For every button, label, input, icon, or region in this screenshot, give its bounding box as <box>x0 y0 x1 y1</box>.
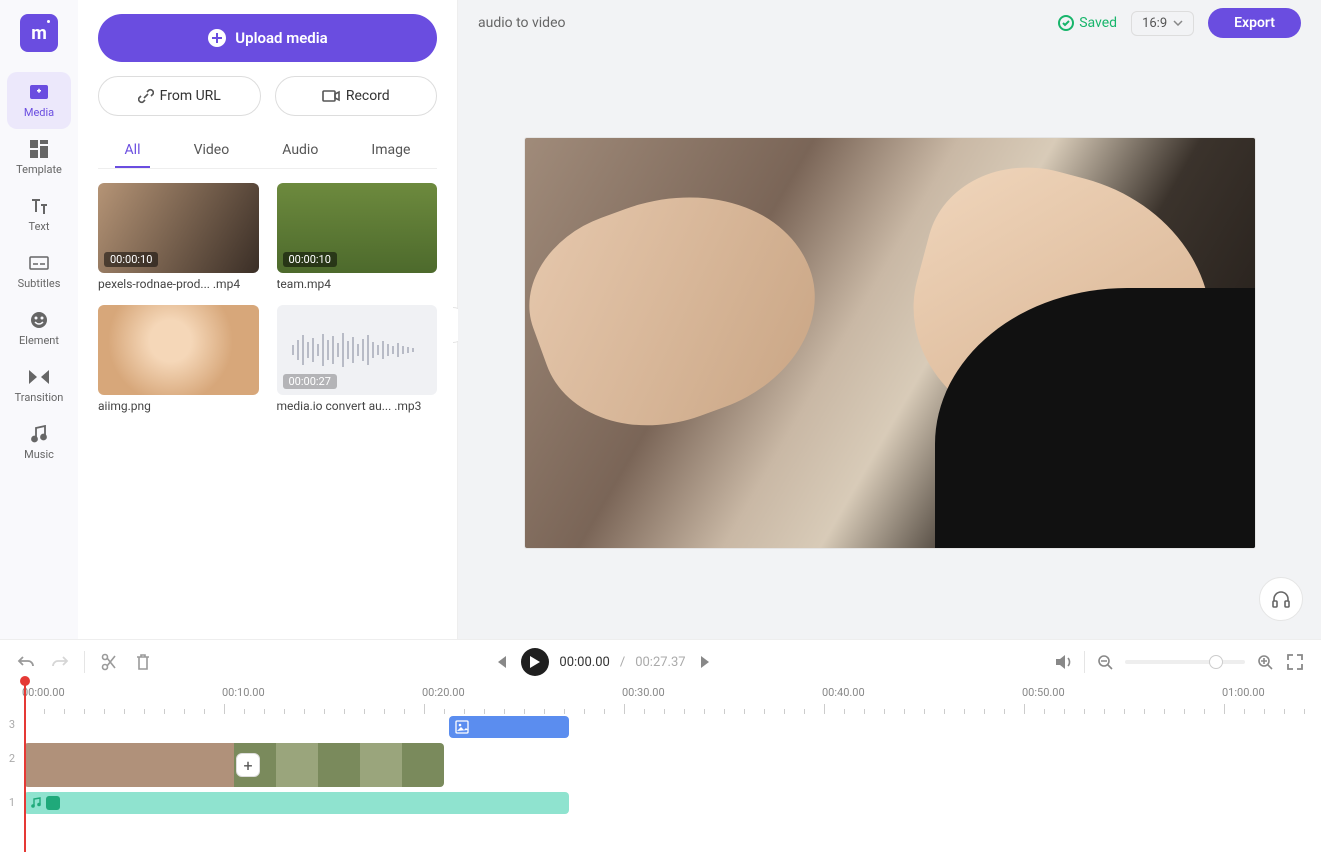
top-bar: audio to video Saved 16:9 Export <box>458 0 1321 46</box>
nav-music[interactable]: Music <box>7 414 71 471</box>
playback-controls: 00:00.00 / 00:27.37 <box>491 648 715 676</box>
video-clip[interactable]: + <box>24 743 444 787</box>
media-duration: 00:00:27 <box>283 374 337 389</box>
playhead-needle[interactable] <box>24 682 26 852</box>
chevron-down-icon <box>1173 20 1183 26</box>
image-icon <box>455 720 469 734</box>
element-icon <box>29 310 49 330</box>
undo-button[interactable] <box>16 652 36 672</box>
prev-frame-button[interactable] <box>491 652 511 672</box>
text-icon <box>29 196 49 216</box>
split-button[interactable] <box>99 652 119 672</box>
nav-label: Music <box>24 448 54 461</box>
media-item[interactable]: aiimg.png <box>98 305 259 413</box>
fit-button[interactable] <box>1285 652 1305 672</box>
check-circle-icon <box>1057 14 1075 32</box>
nav-label: Template <box>16 163 62 176</box>
timeline-controls: 00:00.00 / 00:27.37 <box>0 640 1321 684</box>
template-icon <box>29 139 49 159</box>
media-duration: 00:00:10 <box>283 252 337 267</box>
nav-media[interactable]: Media <box>7 72 71 129</box>
zoom-out-button[interactable] <box>1095 652 1115 672</box>
project-title[interactable]: audio to video <box>478 15 565 31</box>
current-time: 00:00.00 <box>559 655 609 670</box>
audio-clip[interactable] <box>24 792 569 814</box>
timeline: 00:00.00 / 00:27.37 00:00.00 00:10.00 00… <box>0 639 1321 844</box>
nav-label: Media <box>24 106 54 119</box>
tab-image[interactable]: Image <box>361 134 420 168</box>
nav-label: Text <box>29 220 50 233</box>
zoom-slider[interactable] <box>1125 660 1245 664</box>
media-filename: pexels-rodnae-prod... .mp4 <box>98 277 259 291</box>
media-filename: media.io convert au... .mp3 <box>277 399 438 413</box>
timeline-tracks: 3 2 + 1 <box>0 714 1321 818</box>
nav-transition[interactable]: Transition <box>7 357 71 414</box>
media-item[interactable]: 00:00:10 pexels-rodnae-prod... .mp4 <box>98 183 259 291</box>
nav-text[interactable]: Text <box>7 186 71 243</box>
add-transition-button[interactable]: + <box>236 753 260 777</box>
media-item[interactable]: 00:00:27 media.io convert au... .mp3 <box>277 305 438 413</box>
media-filename: aiimg.png <box>98 399 259 413</box>
waveform-icon <box>292 330 422 370</box>
from-url-button[interactable]: From URL <box>98 76 261 116</box>
delete-button[interactable] <box>133 652 153 672</box>
camera-icon <box>322 89 340 103</box>
app-logo[interactable]: m <box>20 14 58 52</box>
zoom-in-button[interactable] <box>1255 652 1275 672</box>
total-time: 00:27.37 <box>635 655 685 670</box>
track-row[interactable]: 2 + <box>24 742 1321 788</box>
plus-circle-icon <box>207 28 227 48</box>
aspect-ratio-select[interactable]: 16:9 <box>1131 11 1194 36</box>
nav-element[interactable]: Element <box>7 300 71 357</box>
preview-area: audio to video Saved 16:9 Export <box>458 0 1321 639</box>
play-button[interactable] <box>521 648 549 676</box>
support-button[interactable] <box>1259 577 1303 621</box>
preview-frame[interactable] <box>525 138 1255 548</box>
media-duration: 00:00:10 <box>104 252 158 267</box>
volume-button[interactable] <box>1054 652 1074 672</box>
track-row[interactable]: 3 <box>24 714 1321 740</box>
next-frame-button[interactable] <box>696 652 716 672</box>
nav-template[interactable]: Template <box>7 129 71 186</box>
left-nav: m Media Template Text Subtitles Element <box>0 0 78 639</box>
link-icon <box>138 88 154 104</box>
redo-button[interactable] <box>50 652 70 672</box>
track-row[interactable]: 1 <box>24 790 1321 816</box>
saved-indicator: Saved <box>1057 14 1117 32</box>
timeline-ruler[interactable]: 00:00.00 00:10.00 00:20.00 00:30.00 00:4… <box>0 684 1321 714</box>
nav-label: Subtitles <box>18 277 61 290</box>
upload-media-button[interactable]: Upload media <box>98 14 437 62</box>
media-panel: Upload media From URL Record All Video A… <box>78 0 458 639</box>
headphones-icon <box>1271 589 1291 609</box>
music-icon <box>29 424 49 444</box>
media-filename: team.mp4 <box>277 277 438 291</box>
nav-label: Element <box>19 334 59 347</box>
export-button[interactable]: Export <box>1208 8 1301 38</box>
folder-plus-icon <box>29 82 49 102</box>
tab-all[interactable]: All <box>115 134 151 168</box>
media-tabs: All Video Audio Image <box>98 134 437 169</box>
music-note-icon <box>30 797 42 809</box>
tab-audio[interactable]: Audio <box>272 134 328 168</box>
upload-label: Upload media <box>235 29 327 47</box>
transition-icon <box>29 367 49 387</box>
subtitles-icon <box>29 253 49 273</box>
record-button[interactable]: Record <box>275 76 438 116</box>
nav-subtitles[interactable]: Subtitles <box>7 243 71 300</box>
tab-video[interactable]: Video <box>184 134 240 168</box>
image-clip[interactable] <box>449 716 569 738</box>
audio-thumb-icon <box>46 796 60 810</box>
nav-label: Transition <box>15 391 64 404</box>
media-item[interactable]: 00:00:10 team.mp4 <box>277 183 438 291</box>
